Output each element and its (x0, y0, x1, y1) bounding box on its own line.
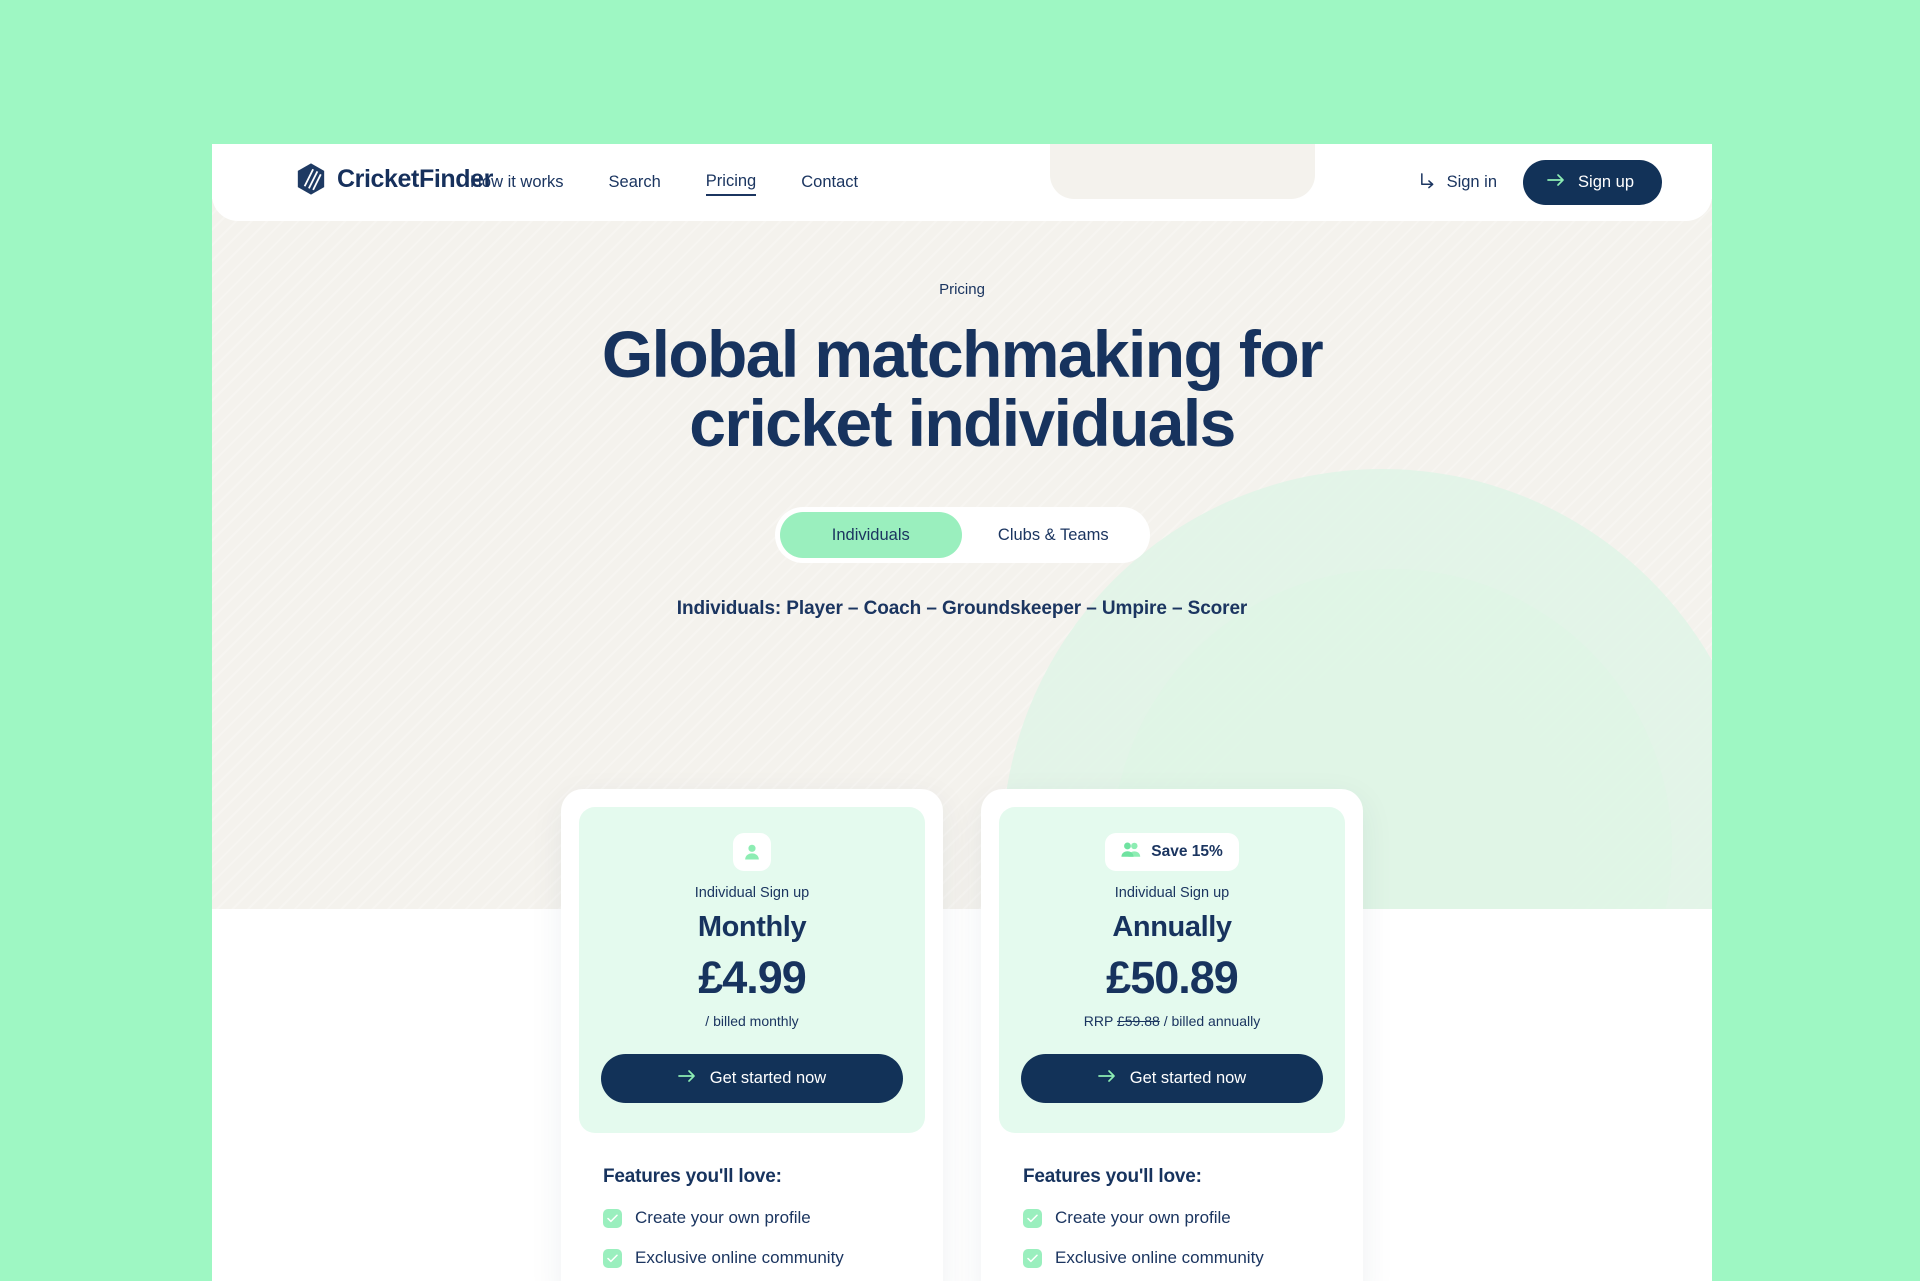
get-started-label: Get started now (709, 1069, 827, 1087)
pricing-card-list: Individual Sign up Monthly £4.99 / bille… (212, 789, 1712, 1281)
features-section: Features you'll love: Create your own pr… (999, 1133, 1345, 1281)
plan-badge-row: Save 15% (1021, 833, 1323, 871)
pricing-card-annually: Save 15% Individual Sign up Annually £50… (981, 789, 1363, 1281)
check-icon (1023, 1248, 1042, 1268)
sign-in-label: Sign in (1446, 173, 1498, 191)
arrow-right-icon (1547, 173, 1565, 192)
plan-price: £4.99 (698, 952, 807, 1003)
plan-audience-toggle[interactable]: Individuals Clubs & Teams (774, 507, 1150, 564)
feature-label: Create your own profile (1055, 1208, 1231, 1227)
site-header: CricketFinder How it works Search Pricin… (212, 144, 1712, 221)
nav-item-how-it-works[interactable]: How it works (470, 173, 564, 195)
plan-badge-row (601, 833, 903, 871)
feature-label: Exclusive online community (635, 1248, 844, 1267)
save-badge: Save 15% (1105, 833, 1239, 871)
toggle-option-individuals[interactable]: Individuals (779, 512, 962, 559)
arrow-right-icon (1097, 1069, 1116, 1088)
plan-note-suffix: / billed monthly (705, 1013, 799, 1029)
check-icon (1023, 1208, 1042, 1228)
sign-up-label: Sign up (1578, 173, 1634, 191)
corner-down-right-arrow-icon (1419, 172, 1436, 194)
feature-label: Exclusive online community (1055, 1248, 1264, 1267)
plan-summary-panel: Save 15% Individual Sign up Annually £50… (999, 807, 1345, 1133)
two-people-icon (1121, 841, 1142, 863)
person-icon (733, 833, 771, 871)
hero-subtitle: Individuals: Player – Coach – Groundskee… (676, 598, 1248, 620)
sign-in-link[interactable]: Sign in (1419, 172, 1497, 194)
plan-name: Annually (1112, 911, 1232, 943)
arrow-right-icon (677, 1069, 696, 1088)
features-title: Features you'll love: (603, 1166, 782, 1187)
page-title-line-1: Global matchmaking for (601, 317, 1324, 391)
feature-label: Create your own profile (635, 1208, 811, 1227)
nav-item-search[interactable]: Search (609, 173, 661, 195)
plan-kicker: Individual Sign up (694, 885, 810, 901)
plan-note-suffix: / billed annually (1159, 1013, 1261, 1029)
plan-summary-panel: Individual Sign up Monthly £4.99 / bille… (579, 807, 925, 1133)
page-eyebrow: Pricing (939, 281, 985, 298)
check-icon (603, 1208, 622, 1228)
hexagon-stripes-logo-icon (294, 162, 328, 196)
primary-nav: How it works Search Pricing Contact (470, 172, 858, 196)
feature-item: Create your own profile (1023, 1208, 1321, 1228)
sign-up-button[interactable]: Sign up (1523, 160, 1662, 205)
features-title: Features you'll love: (1023, 1166, 1202, 1187)
header-actions: Sign in Sign up (1419, 160, 1662, 205)
header-notch (1050, 144, 1315, 199)
save-badge-label: Save 15% (1151, 843, 1223, 860)
plan-billing-note: RRP £59.88 / billed annually (1021, 1013, 1323, 1029)
features-section: Features you'll love: Create your own pr… (579, 1133, 925, 1281)
page-sheet: Pricing Global matchmaking for cricket i… (212, 144, 1712, 1281)
plan-note-prefix: RRP (1083, 1013, 1117, 1029)
plan-billing-note: / billed monthly (601, 1013, 903, 1029)
plan-kicker: Individual Sign up (1114, 885, 1230, 901)
get-started-button-monthly[interactable]: Get started now (601, 1054, 903, 1103)
check-icon (603, 1248, 622, 1268)
pricing-card-monthly: Individual Sign up Monthly £4.99 / bille… (561, 789, 943, 1281)
toggle-option-clubs-teams[interactable]: Clubs & Teams (962, 512, 1145, 558)
plan-name: Monthly (697, 911, 807, 943)
get-started-button-annually[interactable]: Get started now (1021, 1054, 1323, 1103)
feature-item: Create your own profile (603, 1208, 901, 1228)
feature-item: Exclusive online community (1023, 1248, 1321, 1268)
brand-logo-link[interactable]: CricketFinder (294, 162, 493, 196)
plan-note-strikethrough: £59.88 (1116, 1013, 1160, 1029)
page-title: Global matchmaking for cricket individua… (212, 320, 1712, 457)
nav-item-contact[interactable]: Contact (801, 173, 858, 195)
get-started-label: Get started now (1129, 1069, 1247, 1087)
plan-price: £50.89 (1106, 952, 1239, 1003)
page-title-line-2: cricket individuals (689, 385, 1236, 460)
feature-item: Exclusive online community (603, 1248, 901, 1268)
nav-item-pricing[interactable]: Pricing (705, 172, 757, 196)
